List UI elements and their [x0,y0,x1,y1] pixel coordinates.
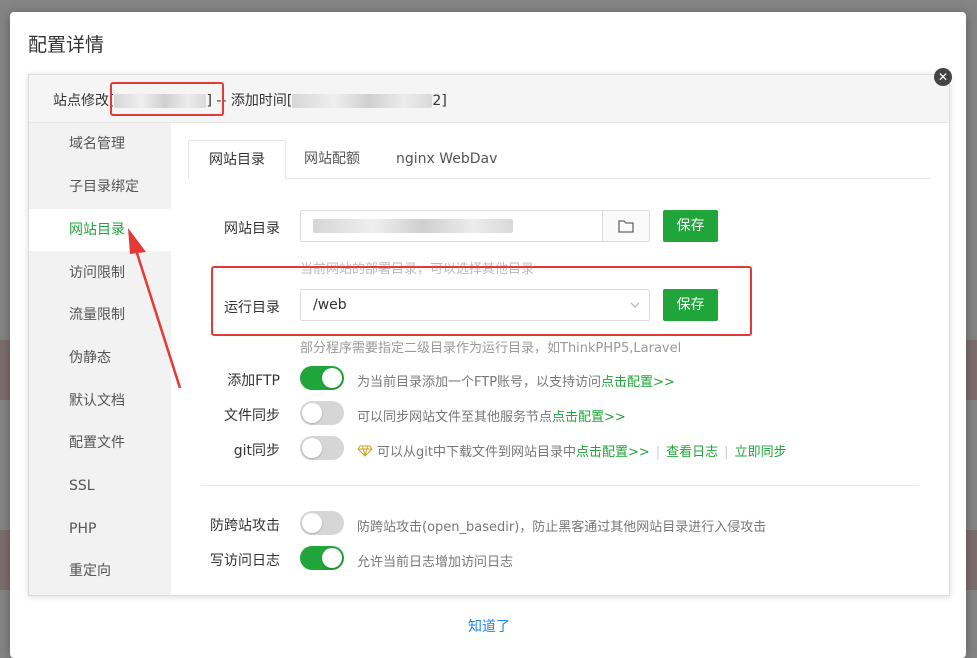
annotation-arrow [128,228,182,389]
